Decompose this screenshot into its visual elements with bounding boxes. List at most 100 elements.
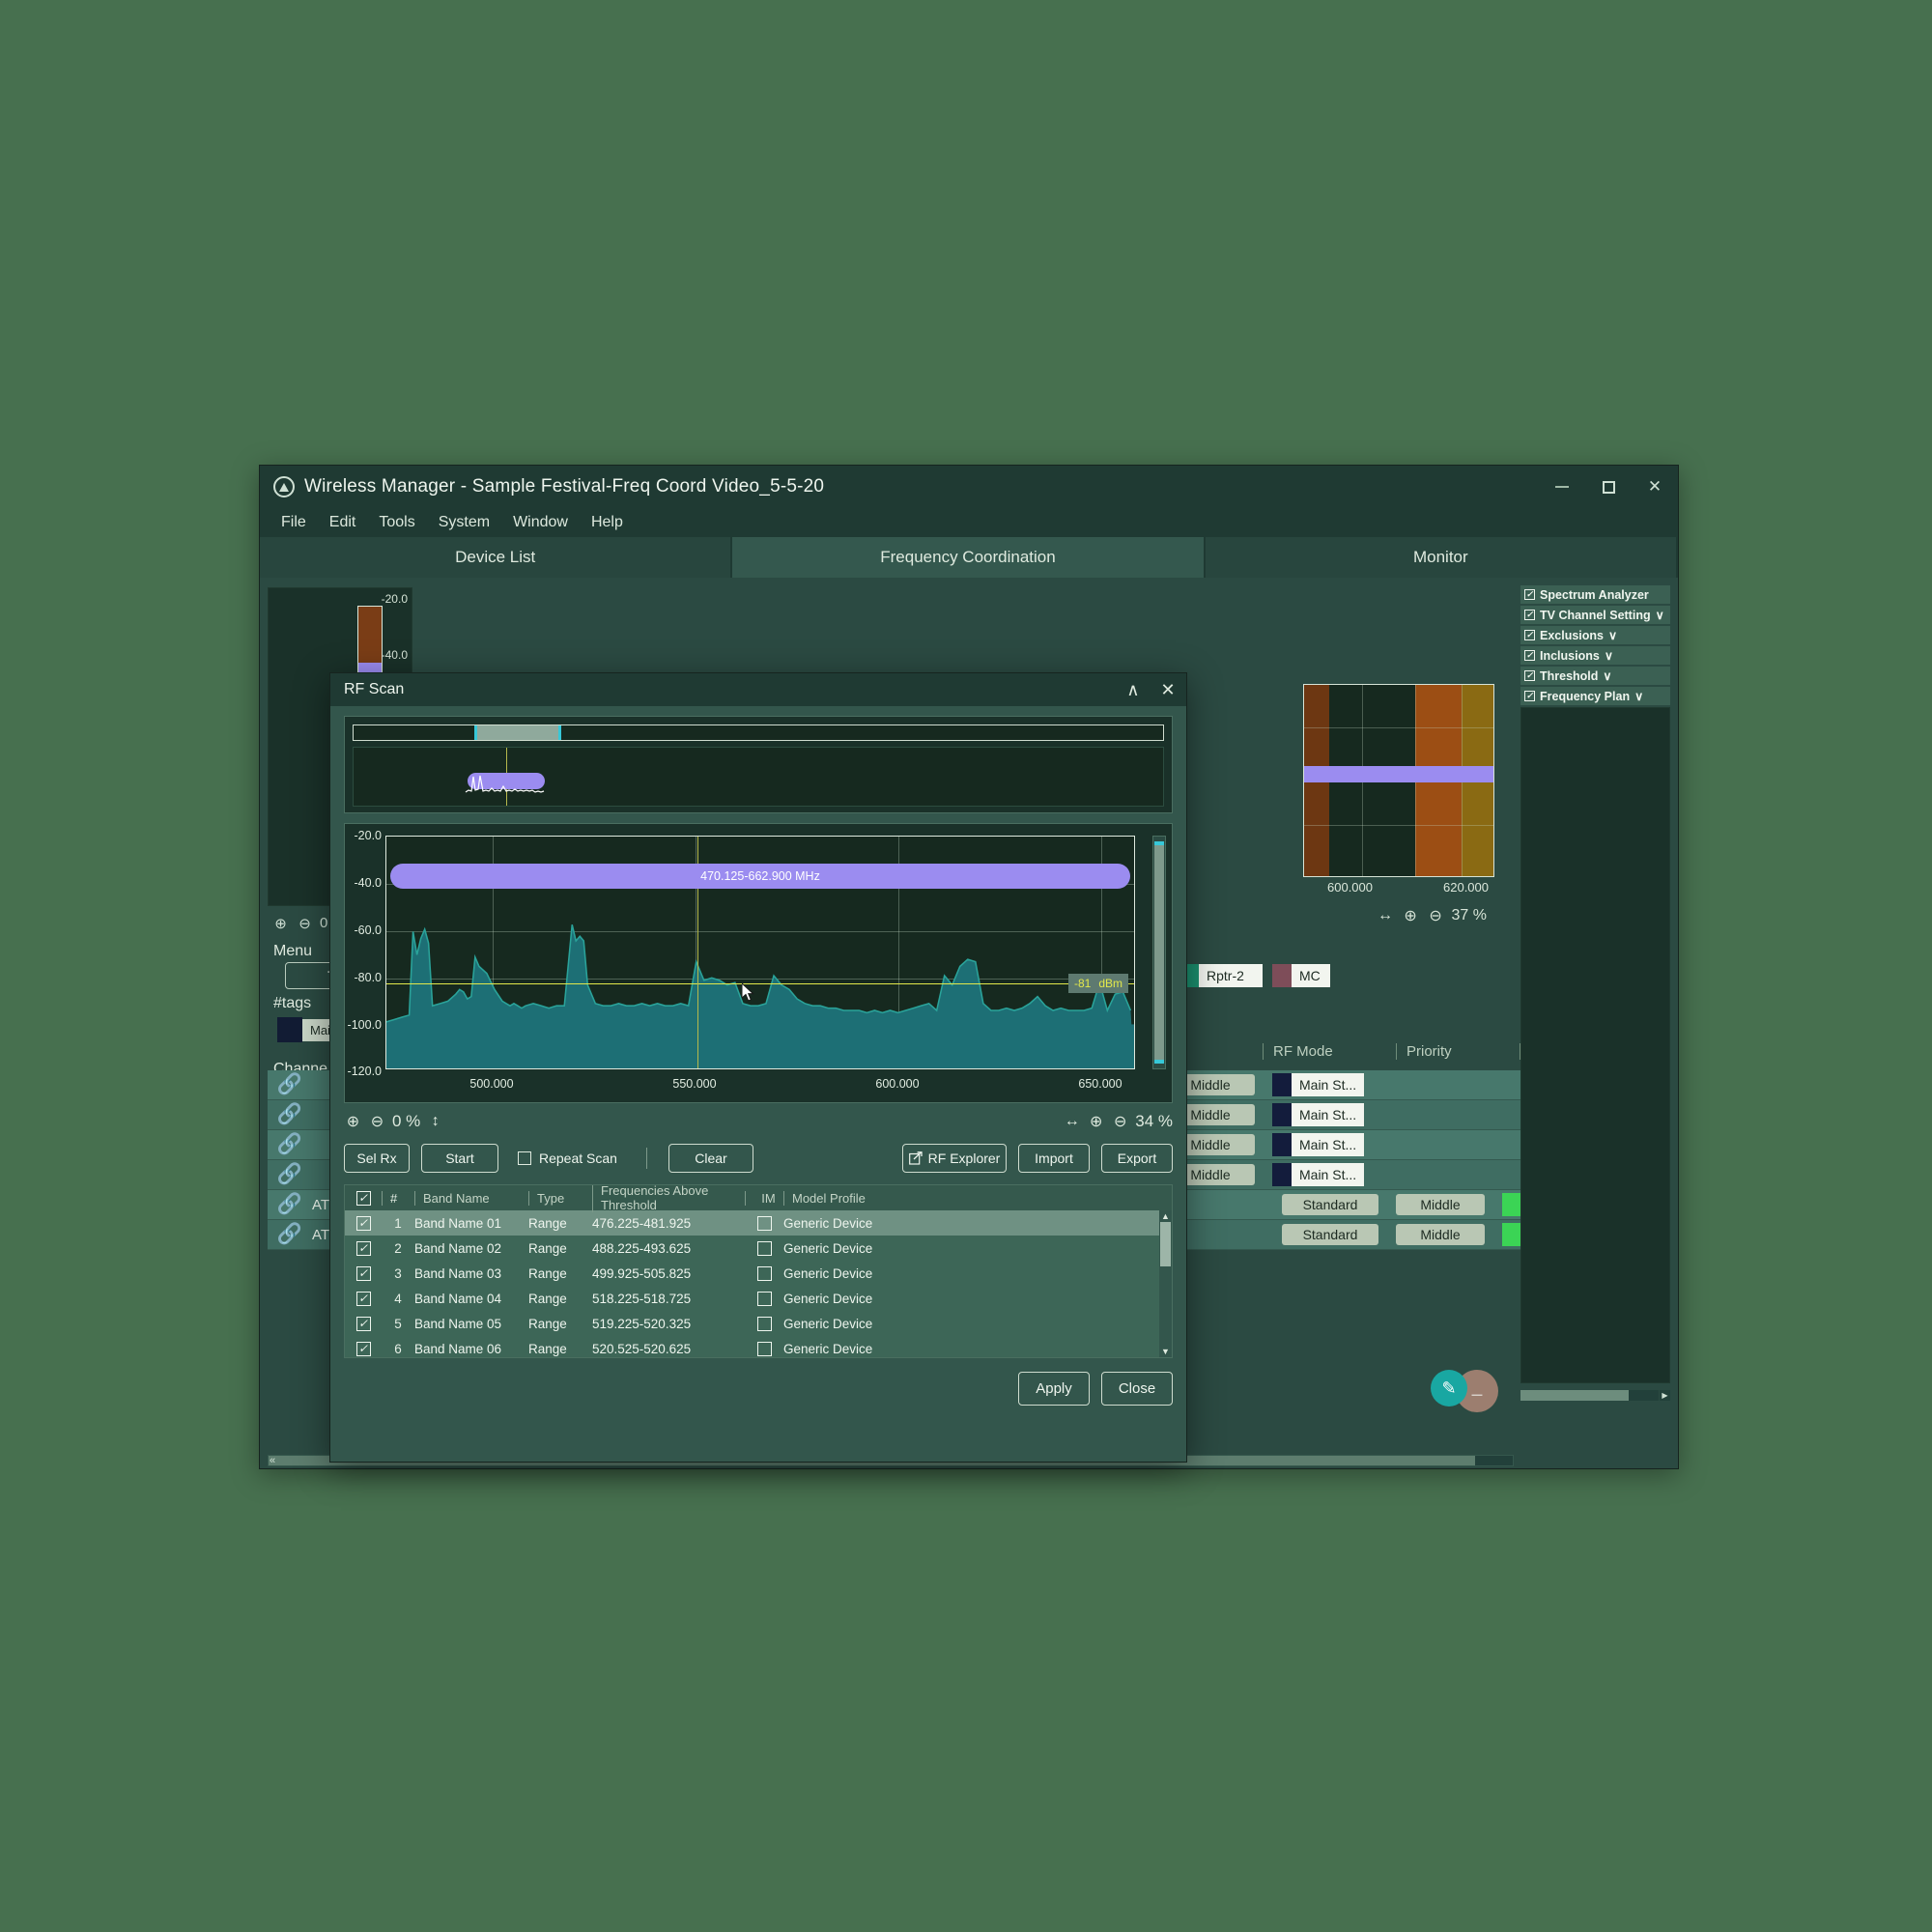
- checkbox-icon[interactable]: ✓: [1524, 610, 1535, 620]
- zoom-in-icon[interactable]: ⊕: [344, 1113, 362, 1131]
- table-row[interactable]: ✓ 5 Band Name 05 Range 519.225-520.325 G…: [345, 1311, 1172, 1336]
- sidebar-item-exclusions[interactable]: ✓ Exclusions ∨: [1520, 626, 1670, 644]
- scroll-left-icon[interactable]: «: [270, 1455, 275, 1466]
- sel-rx-button[interactable]: Sel Rx: [344, 1144, 410, 1173]
- tab-monitor[interactable]: Monitor: [1205, 537, 1678, 578]
- sidebar-item-inclusions[interactable]: ✓ Inclusions ∨: [1520, 646, 1670, 665]
- channel-tag-badge[interactable]: Main St...: [1272, 1163, 1365, 1186]
- checkbox-icon[interactable]: ✓: [1524, 630, 1535, 640]
- sidebar-item-threshold[interactable]: ✓ Threshold ∨: [1520, 667, 1670, 685]
- close-button[interactable]: ✕: [1632, 466, 1678, 508]
- im-checkbox[interactable]: [756, 1240, 772, 1256]
- checkbox-icon[interactable]: ✓: [1524, 589, 1535, 600]
- im-checkbox[interactable]: [756, 1291, 772, 1306]
- threshold-value: -81: [1073, 977, 1092, 990]
- im-checkbox[interactable]: [756, 1265, 772, 1281]
- zoom-out-icon[interactable]: ⊖: [368, 1113, 386, 1131]
- menu-item-tools[interactable]: Tools: [379, 514, 414, 531]
- table-row[interactable]: ✓ 3 Band Name 03 Range 499.925-505.825 G…: [345, 1261, 1172, 1286]
- close-icon[interactable]: ✕: [1157, 680, 1179, 700]
- scroll-right-icon[interactable]: ▶: [1660, 1390, 1670, 1401]
- bg-cell-rf-mode: Standard: [1282, 1194, 1378, 1215]
- bg-right-zoom-value: 37 %: [1451, 906, 1487, 923]
- start-button[interactable]: Start: [421, 1144, 498, 1173]
- menu-item-system[interactable]: System: [439, 514, 490, 531]
- zoom-out-icon[interactable]: ⊖: [1427, 906, 1445, 924]
- row-checkbox[interactable]: ✓: [355, 1291, 371, 1306]
- zoom-in-icon[interactable]: ⊕: [1087, 1113, 1105, 1131]
- clear-button[interactable]: Clear: [668, 1144, 753, 1173]
- edit-fab-button[interactable]: ✎: [1431, 1370, 1467, 1406]
- row-checkbox[interactable]: ✓: [355, 1316, 371, 1331]
- overview-range-selector[interactable]: [353, 724, 1164, 741]
- fit-height-icon[interactable]: ↕: [426, 1113, 444, 1131]
- export-button[interactable]: Export: [1101, 1144, 1173, 1173]
- overview-canvas: [353, 747, 1164, 807]
- tab-frequency-coordination[interactable]: Frequency Coordination: [732, 537, 1206, 578]
- sidebar-item-tv-channel-setting[interactable]: ✓ TV Channel Setting ∨: [1520, 606, 1670, 624]
- scroll-down-icon[interactable]: ▼: [1159, 1346, 1172, 1357]
- threshold-unit: dBm: [1098, 977, 1122, 990]
- tags-label: #tags: [273, 995, 312, 1011]
- zoom-out-icon[interactable]: ⊖: [296, 914, 314, 932]
- fit-width-icon[interactable]: ↔: [1377, 906, 1395, 924]
- row-checkbox[interactable]: ✓: [355, 1265, 371, 1281]
- bg-left-zoom-row: ⊕ ⊖ 0: [271, 914, 327, 932]
- zoom-out-icon[interactable]: ⊖: [1111, 1113, 1129, 1131]
- repeat-scan-checkbox[interactable]: Repeat Scan: [518, 1151, 617, 1166]
- channel-tag-badge[interactable]: Main St...: [1272, 1073, 1365, 1096]
- rf-explorer-button[interactable]: RF Explorer: [902, 1144, 1007, 1173]
- chart-vertical-scrollbar[interactable]: [1152, 836, 1166, 1069]
- chevron-down-icon[interactable]: ∨: [1608, 628, 1617, 642]
- sidebar-item-label: TV Channel Setting: [1540, 608, 1651, 622]
- scroll-up-icon[interactable]: ▲: [1159, 1210, 1172, 1222]
- badge-mc[interactable]: MC: [1272, 964, 1330, 987]
- chevron-down-icon[interactable]: ∨: [1605, 648, 1613, 663]
- minimize-button[interactable]: [1539, 466, 1585, 508]
- maximize-button[interactable]: [1585, 466, 1632, 508]
- sidebar-item-label: Threshold: [1540, 668, 1599, 683]
- apply-button[interactable]: Apply: [1018, 1372, 1090, 1406]
- close-dialog-button[interactable]: Close: [1101, 1372, 1173, 1406]
- chart-plot-area[interactable]: 470.125-662.900 MHz -81 dBm: [385, 836, 1135, 1069]
- table-row[interactable]: ✓ 2 Band Name 02 Range 488.225-493.625 G…: [345, 1236, 1172, 1261]
- fit-width-icon[interactable]: ↔: [1063, 1113, 1081, 1131]
- badge-rptr-2[interactable]: Rptr-2: [1179, 964, 1263, 987]
- cell-type: Range: [528, 1291, 567, 1306]
- table-row[interactable]: ✓ 6 Band Name 06 Range 520.525-520.625 G…: [345, 1336, 1172, 1357]
- zoom-in-icon[interactable]: ⊕: [271, 914, 290, 932]
- im-checkbox[interactable]: [756, 1341, 772, 1356]
- checkbox-icon[interactable]: ✓: [1524, 670, 1535, 681]
- sidebar-item-frequency-plan[interactable]: ✓ Frequency Plan ∨: [1520, 687, 1670, 705]
- row-checkbox[interactable]: ✓: [355, 1341, 371, 1356]
- table-row[interactable]: ✓ 4 Band Name 04 Range 518.225-518.725 G…: [345, 1286, 1172, 1311]
- row-checkbox[interactable]: ✓: [355, 1215, 371, 1231]
- menu-item-window[interactable]: Window: [513, 514, 568, 531]
- zoom-in-icon[interactable]: ⊕: [1402, 906, 1420, 924]
- import-button[interactable]: Import: [1018, 1144, 1090, 1173]
- cell-band-name: Band Name 04: [414, 1291, 502, 1306]
- table-row[interactable]: ✓ 1 Band Name 01 Range 476.225-481.925 G…: [345, 1210, 1172, 1236]
- sidebar-horizontal-scrollbar[interactable]: [1520, 1390, 1659, 1401]
- im-checkbox[interactable]: [756, 1215, 772, 1231]
- checkbox-icon[interactable]: [518, 1151, 531, 1165]
- chevron-down-icon[interactable]: ∨: [1656, 608, 1664, 622]
- row-checkbox[interactable]: ✓: [355, 1240, 371, 1256]
- rf-scan-chart: -20.0 -40.0 -60.0 -80.0 -100.0 -120.0 47…: [344, 823, 1173, 1103]
- channel-tag-badge[interactable]: Main St...: [1272, 1133, 1365, 1156]
- im-checkbox[interactable]: [756, 1316, 772, 1331]
- cell-model-profile: Generic Device: [783, 1265, 873, 1281]
- channel-tag-badge[interactable]: Main St...: [1272, 1103, 1365, 1126]
- chevron-down-icon[interactable]: ∨: [1634, 689, 1643, 703]
- sidebar-item-spectrum-analyzer[interactable]: ✓ Spectrum Analyzer: [1520, 585, 1670, 604]
- band-table-scrollbar[interactable]: ▲ ▼: [1159, 1210, 1172, 1357]
- tab-device-list[interactable]: Device List: [260, 537, 733, 578]
- checkbox-icon[interactable]: ✓: [1524, 650, 1535, 661]
- menu-item-edit[interactable]: Edit: [329, 514, 356, 531]
- checkbox-icon[interactable]: ✓: [1524, 691, 1535, 701]
- menu-item-file[interactable]: File: [281, 514, 306, 531]
- menu-item-help[interactable]: Help: [591, 514, 623, 531]
- collapse-icon[interactable]: ∧: [1122, 680, 1144, 700]
- chevron-down-icon[interactable]: ∨: [1603, 668, 1611, 683]
- select-all-checkbox[interactable]: ✓: [355, 1190, 371, 1206]
